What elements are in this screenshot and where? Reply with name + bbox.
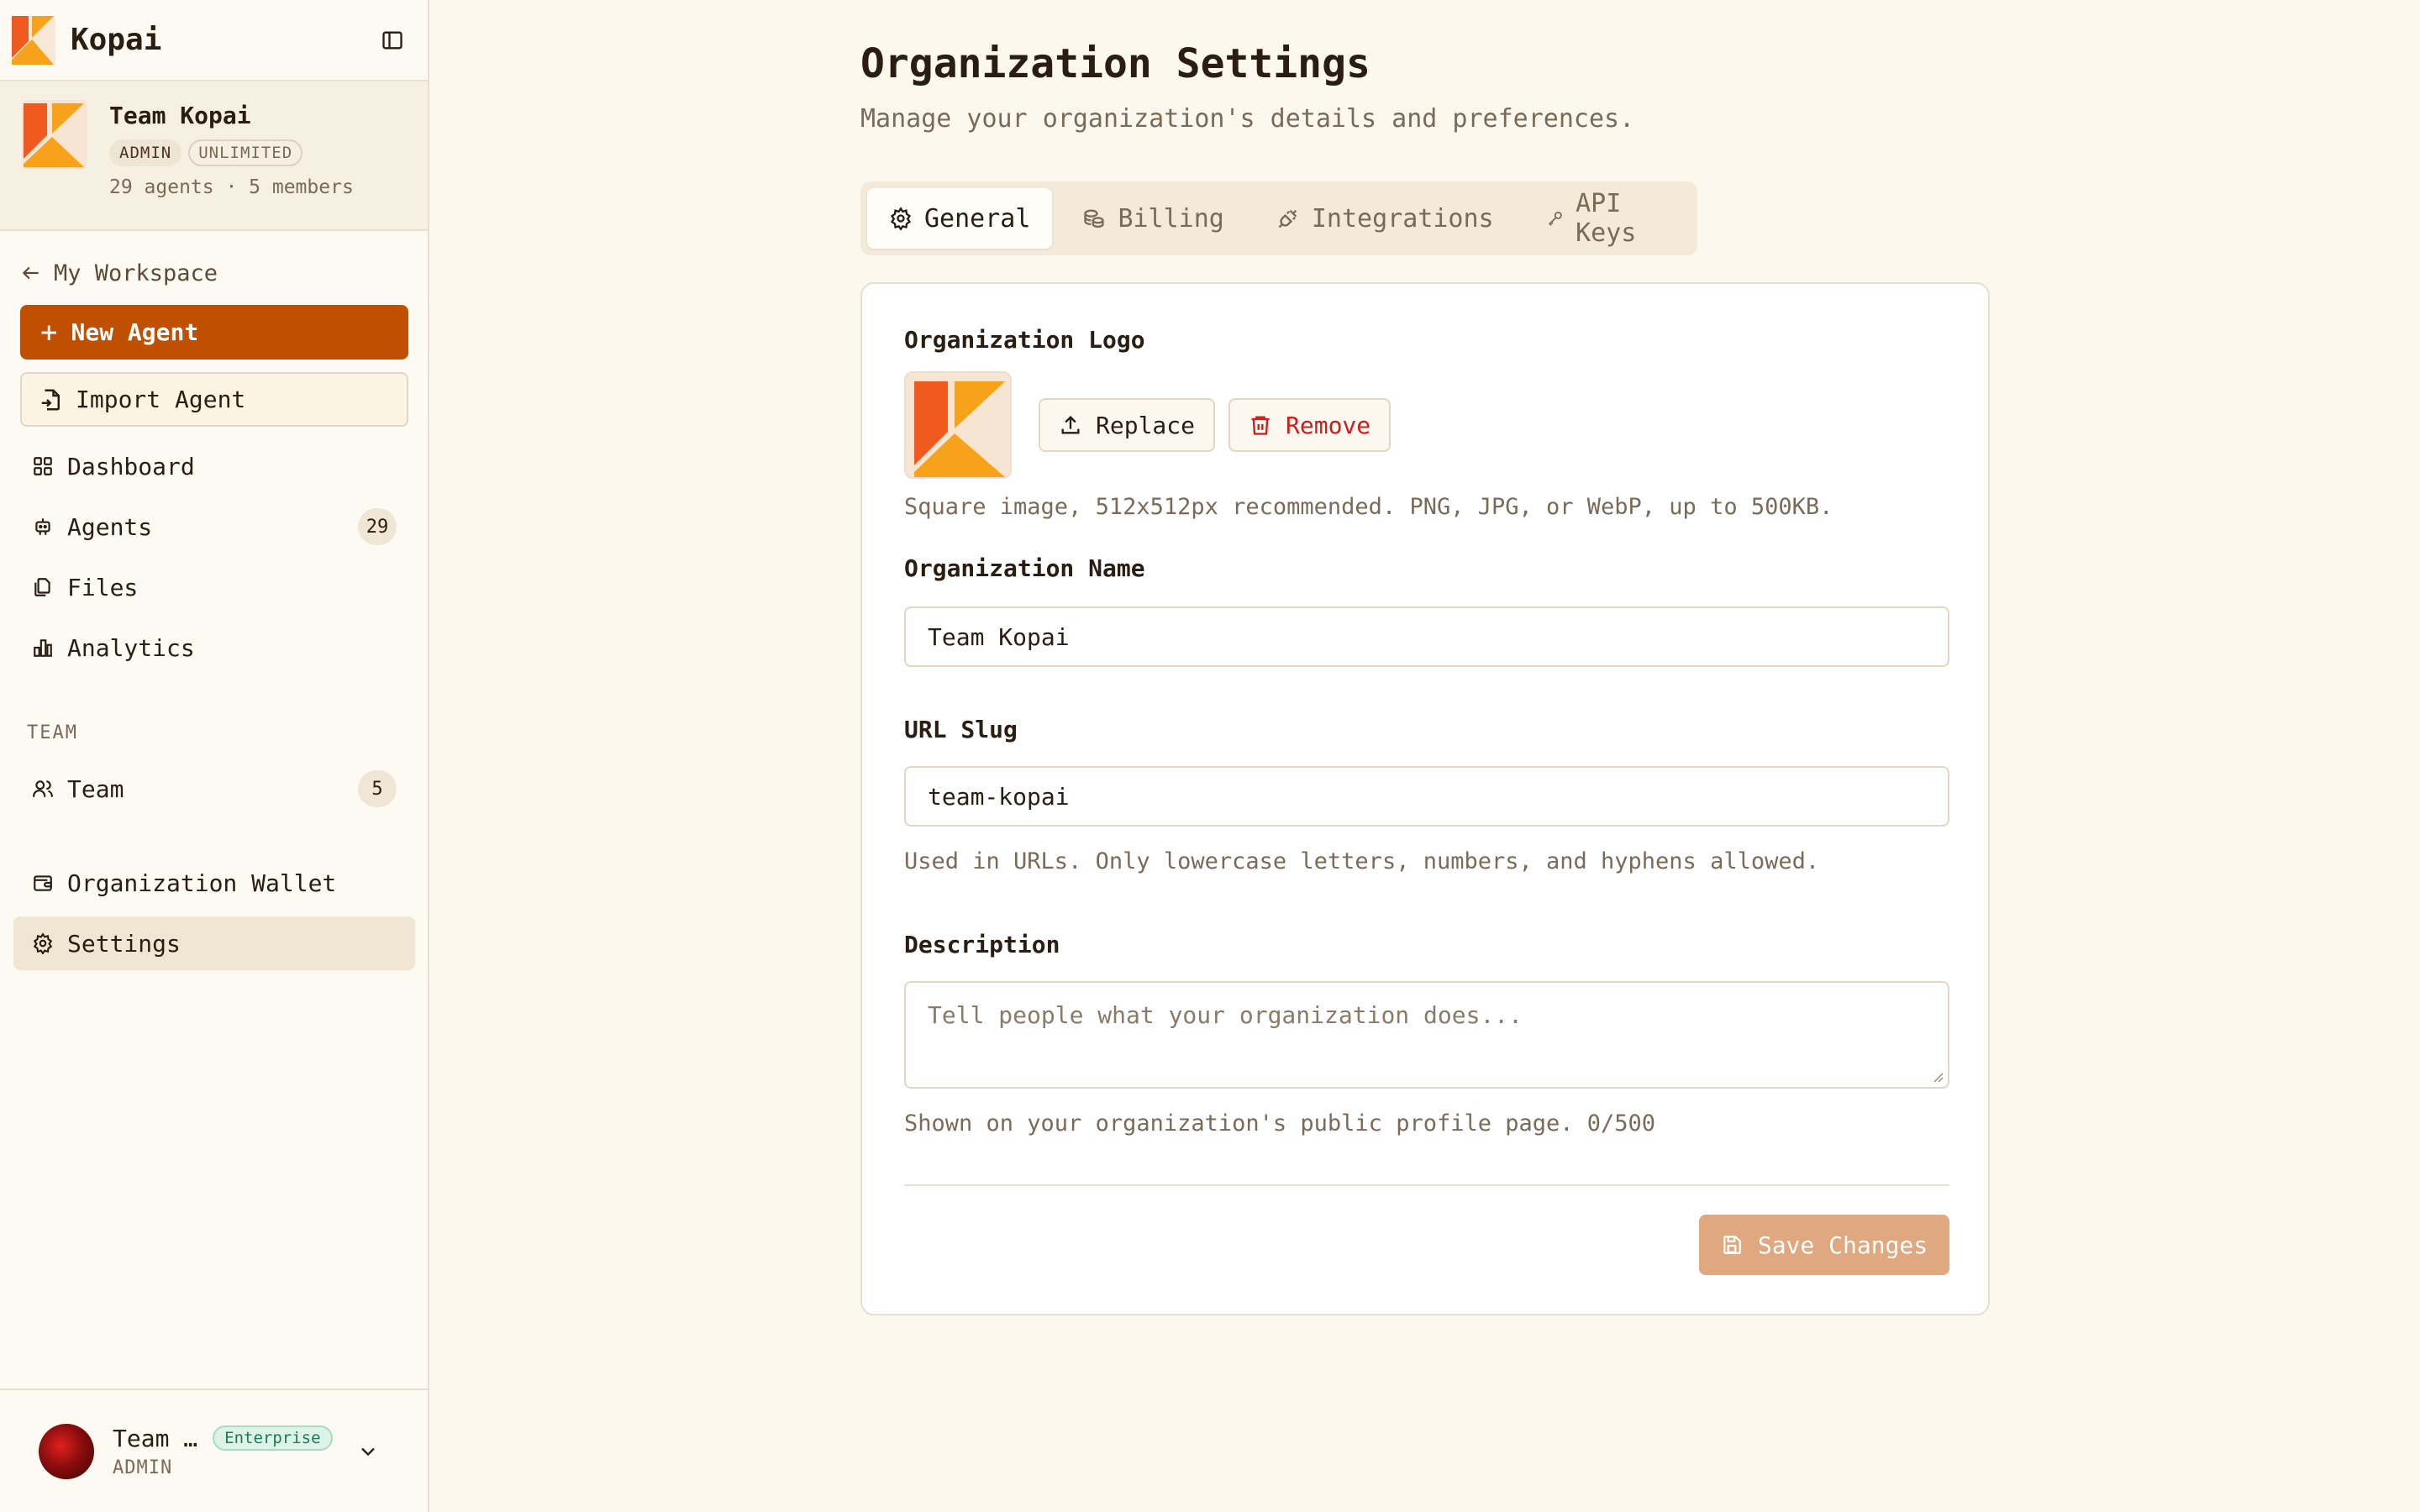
upload-icon	[1061, 416, 1080, 434]
sidebar-item-label: Files	[67, 573, 139, 601]
chevron-down-icon[interactable]	[356, 1440, 380, 1463]
sidebar-item-label: Analytics	[67, 633, 195, 662]
org-card[interactable]: Team Kopai ADMIN UNLIMITED 29 agents · 5…	[0, 81, 428, 231]
sidebar-item-analytics[interactable]: Analytics	[13, 621, 415, 675]
resize-handle-icon[interactable]	[1931, 1070, 1944, 1084]
trash-icon	[1251, 416, 1270, 435]
gear-icon	[33, 932, 53, 954]
description-textarea[interactable]: Tell people what your organization does.…	[904, 981, 1949, 1089]
sidebar-item-dashboard[interactable]: Dashboard	[13, 439, 415, 493]
general-settings-card: Organization Logo Replace Remove Square …	[860, 282, 1990, 1315]
sidebar-item-agents[interactable]: Agents 29	[13, 500, 415, 554]
files-icon	[34, 578, 50, 596]
robot-icon	[35, 518, 50, 535]
back-to-workspace-link[interactable]: My Workspace	[20, 254, 218, 292]
grid-icon	[34, 457, 52, 475]
coins-icon	[1084, 209, 1105, 228]
save-label: Save Changes	[1757, 1231, 1928, 1259]
org-name-label: Organization Name	[904, 554, 1145, 582]
save-changes-button[interactable]: Save Changes	[1699, 1215, 1949, 1275]
sidebar: Kopai Team Kopai ADMIN UNLIMITED 29 agen…	[0, 0, 429, 1512]
save-icon	[1723, 1236, 1741, 1254]
logo-hint: Square image, 512x512px recommended. PNG…	[904, 494, 1833, 520]
sidebar-item-files[interactable]: Files	[13, 560, 415, 614]
user-menu[interactable]: Team … Enterprise ADMIN	[0, 1389, 429, 1512]
url-slug-value: team-kopai	[928, 782, 1070, 811]
new-agent-button[interactable]: + New Agent	[20, 305, 408, 360]
org-avatar	[22, 100, 87, 169]
user-role: ADMIN	[113, 1457, 173, 1478]
divider	[904, 1184, 1949, 1186]
back-label: My Workspace	[54, 260, 218, 286]
sidebar-header: Kopai	[0, 0, 428, 81]
plan-badge: UNLIMITED	[188, 139, 303, 166]
settings-tabs: General Billing Integrations API Keys	[860, 181, 1697, 255]
file-import-icon	[41, 389, 60, 410]
remove-label: Remove	[1286, 411, 1371, 439]
import-agent-button[interactable]: Import Agent	[20, 372, 408, 427]
description-placeholder: Tell people what your organization does.…	[928, 1001, 1523, 1029]
tab-label: Integrations	[1311, 203, 1494, 234]
key-icon	[1548, 211, 1562, 226]
page-title: Organization Settings	[860, 40, 1370, 87]
kopai-logo-icon[interactable]	[12, 15, 55, 65]
sidebar-item-label: Dashboard	[67, 452, 195, 480]
org-logo-image	[906, 373, 1010, 477]
tab-api-keys[interactable]: API Keys	[1524, 188, 1691, 249]
description-label: Description	[904, 931, 1060, 958]
sidebar-item-label: Organization Wallet	[67, 869, 337, 897]
tab-integrations[interactable]: Integrations	[1255, 188, 1516, 249]
app-name: Kopai	[71, 23, 162, 57]
sidebar-item-label: Agents	[67, 512, 153, 541]
user-name: Team …	[113, 1424, 198, 1452]
url-slug-input[interactable]: team-kopai	[904, 766, 1949, 827]
user-avatar	[39, 1423, 94, 1479]
users-icon	[33, 780, 53, 797]
sidebar-toggle-icon[interactable]	[369, 17, 416, 64]
section-label-team: TEAM	[27, 722, 78, 743]
page-subtitle: Manage your organization's details and p…	[860, 104, 1635, 134]
plan-badge-enterprise: Enterprise	[213, 1425, 333, 1451]
org-logo-preview	[904, 371, 1012, 479]
new-agent-label: New Agent	[71, 318, 199, 346]
tab-label: General	[924, 203, 1031, 234]
tab-billing[interactable]: Billing	[1060, 188, 1245, 249]
team-count-badge: 5	[358, 770, 397, 807]
plus-icon: +	[40, 315, 58, 349]
url-slug-label: URL Slug	[904, 716, 1018, 743]
org-name: Team Kopai	[109, 102, 251, 129]
sidebar-item-team[interactable]: Team 5	[13, 762, 415, 816]
replace-logo-button[interactable]: Replace	[1039, 398, 1216, 452]
wallet-icon	[34, 875, 52, 891]
sidebar-item-label: Settings	[67, 929, 181, 958]
gear-icon	[890, 207, 912, 230]
tab-label: API Keys	[1576, 189, 1637, 248]
url-slug-hint: Used in URLs. Only lowercase letters, nu…	[904, 848, 1820, 874]
agents-count-badge: 29	[358, 508, 397, 545]
tab-general[interactable]: General	[867, 188, 1053, 249]
role-badge: ADMIN	[109, 139, 182, 166]
import-agent-label: Import Agent	[76, 386, 246, 413]
sidebar-item-wallet[interactable]: Organization Wallet	[13, 856, 415, 910]
plug-icon	[1278, 209, 1297, 228]
org-meta: 29 agents · 5 members	[109, 176, 354, 198]
arrow-left-icon	[22, 266, 39, 280]
org-name-value: Team Kopai	[928, 622, 1070, 651]
replace-label: Replace	[1096, 411, 1196, 439]
sidebar-item-settings[interactable]: Settings	[13, 916, 415, 970]
org-name-input[interactable]: Team Kopai	[904, 606, 1949, 667]
sidebar-item-label: Team	[67, 774, 124, 803]
logo-label: Organization Logo	[904, 326, 1145, 354]
remove-logo-button[interactable]: Remove	[1228, 398, 1392, 452]
bar-chart-icon	[34, 639, 52, 657]
tab-label: Billing	[1118, 203, 1224, 234]
description-hint: Shown on your organization's public prof…	[904, 1110, 1656, 1137]
